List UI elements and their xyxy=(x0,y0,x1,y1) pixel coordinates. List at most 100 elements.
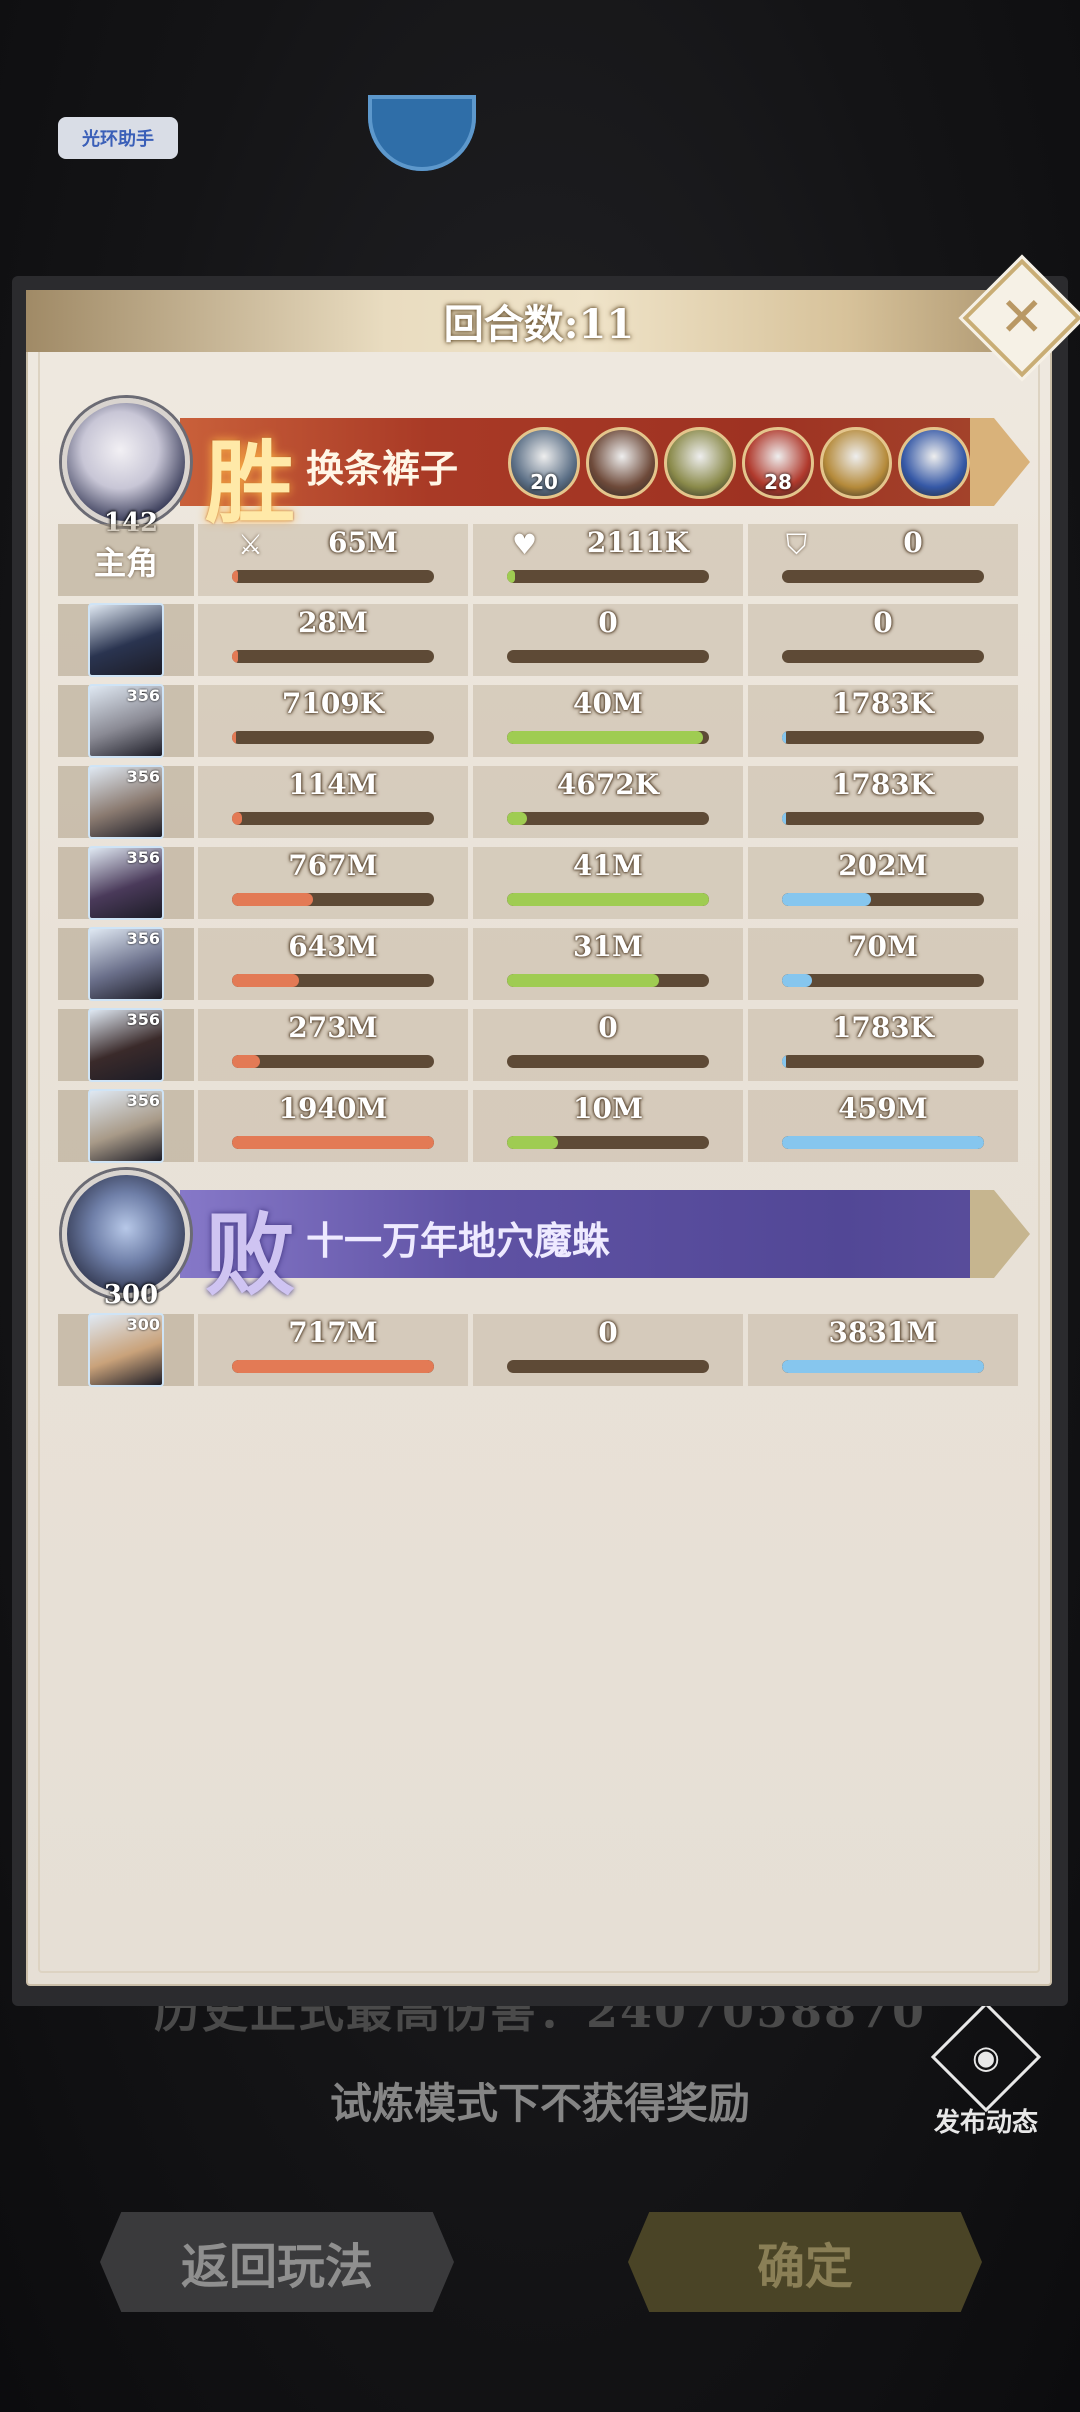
hero-level: 356 xyxy=(126,686,160,705)
defense-bar xyxy=(782,650,984,663)
heal-icon: ♥ xyxy=(512,528,538,561)
heal-value: 0 xyxy=(598,1011,618,1044)
trial-mode-notice: 试炼模式下不获得奖励 xyxy=(329,2079,750,2128)
hero-portrait[interactable]: 356 xyxy=(88,927,164,1001)
heal-bar xyxy=(507,570,709,583)
heal-value: 31M xyxy=(573,930,643,963)
ice-blade-icon[interactable]: 20 xyxy=(508,427,580,499)
defense-bar xyxy=(782,570,984,583)
defense-bar xyxy=(782,1136,984,1149)
defense-value: 1783K xyxy=(831,687,935,720)
damage-bar-fill xyxy=(232,570,239,583)
defense-value: 202M xyxy=(838,849,928,882)
heal-bar xyxy=(507,974,709,987)
defense-bar xyxy=(782,974,984,987)
defense-bar-fill xyxy=(782,1055,787,1068)
damage-bar xyxy=(232,1360,434,1373)
damage-value: 7109K xyxy=(281,687,385,720)
heal-value: 10M xyxy=(573,1092,643,1125)
damage-bar xyxy=(232,731,434,744)
hero-portrait[interactable]: 356 xyxy=(88,1008,164,1082)
damage-bar xyxy=(232,974,434,987)
defense-value: 1783K xyxy=(831,1011,935,1044)
loser-avatar[interactable] xyxy=(62,1170,190,1298)
victory-label: 胜 xyxy=(205,430,295,536)
heal-value: 0 xyxy=(598,1316,618,1349)
heal-value: 41M xyxy=(573,849,643,882)
defense-value: 3831M xyxy=(828,1316,938,1349)
defense-value: 0 xyxy=(903,526,923,559)
skill-count: 28 xyxy=(764,470,792,494)
heal-bar xyxy=(507,650,709,663)
loser-team-name: 十一万年地穴魔蛛 xyxy=(306,1218,611,1263)
heal-bar-fill xyxy=(507,570,516,583)
defense-value: 459M xyxy=(838,1092,928,1125)
hero-portrait[interactable]: 356 xyxy=(88,765,164,839)
heal-bar-fill xyxy=(507,1136,558,1149)
hero-portrait[interactable]: 300 xyxy=(88,1313,164,1387)
defense-bar xyxy=(782,1360,984,1373)
defense-bar-fill xyxy=(782,1136,984,1149)
blue-flower-icon[interactable] xyxy=(898,427,970,499)
damage-bar-fill xyxy=(232,650,239,663)
heal-value: 4672K xyxy=(556,768,660,801)
heal-bar xyxy=(507,1360,709,1373)
publish-button[interactable]: ◉ 发布动态 xyxy=(926,2001,1046,2139)
damage-value: 28M xyxy=(298,606,368,639)
defense-value: 70M xyxy=(848,930,918,963)
camera-icon: ◉ xyxy=(930,2001,1042,2113)
damage-value: 65M xyxy=(328,526,398,559)
defense-bar-fill xyxy=(782,893,871,906)
shield-icon: ⛉ xyxy=(786,528,808,561)
spear-icon[interactable] xyxy=(586,427,658,499)
confirm-button[interactable]: 确定 xyxy=(628,2212,982,2312)
hero-level: 356 xyxy=(126,848,160,867)
damage-bar xyxy=(232,1055,434,1068)
damage-bar-fill xyxy=(232,1136,434,1149)
heal-bar xyxy=(507,1136,709,1149)
hero-portrait[interactable] xyxy=(88,603,164,677)
heal-value: 40M xyxy=(573,687,643,720)
hero-level: 356 xyxy=(126,929,160,948)
heal-value: 0 xyxy=(598,606,618,639)
defense-bar-fill xyxy=(782,1360,984,1373)
close-icon: ✕ xyxy=(999,286,1045,349)
damage-value: 717M xyxy=(288,1316,378,1349)
helper-button[interactable]: 光环助手 xyxy=(58,117,178,159)
lotus-icon[interactable] xyxy=(664,427,736,499)
damage-bar xyxy=(232,812,434,825)
hero-portrait[interactable]: 356 xyxy=(88,846,164,920)
heal-bar xyxy=(507,1055,709,1068)
back-to-mode-button[interactable]: 返回玩法 xyxy=(100,2212,454,2312)
dialog-title-bar: 回合数:11 xyxy=(26,290,1052,352)
damage-value: 767M xyxy=(288,849,378,882)
damage-bar-fill xyxy=(232,1360,434,1373)
spiral-icon[interactable]: 28 xyxy=(742,427,814,499)
damage-bar xyxy=(232,650,434,663)
damage-bar-fill xyxy=(232,731,237,744)
hero-level: 356 xyxy=(126,767,160,786)
defense-bar xyxy=(782,1055,984,1068)
damage-bar xyxy=(232,893,434,906)
round-count-title: 回合数:11 xyxy=(443,301,635,348)
defense-bar xyxy=(782,812,984,825)
damage-bar-fill xyxy=(232,812,243,825)
hero-portrait[interactable]: 356 xyxy=(88,1089,164,1163)
damage-bar xyxy=(232,570,434,583)
heal-bar xyxy=(507,893,709,906)
defense-bar-fill xyxy=(782,974,813,987)
golden-wing-icon[interactable] xyxy=(820,427,892,499)
winner-avatar[interactable] xyxy=(62,398,190,526)
defense-bar-fill xyxy=(782,812,787,825)
heal-bar-fill xyxy=(507,812,528,825)
hero-level: 356 xyxy=(126,1010,160,1029)
damage-bar-fill xyxy=(232,974,299,987)
defense-value: 1783K xyxy=(831,768,935,801)
defense-value: 0 xyxy=(873,606,893,639)
hero-level: 356 xyxy=(126,1091,160,1110)
heal-bar-fill xyxy=(507,893,709,906)
hero-portrait[interactable]: 356 xyxy=(88,684,164,758)
damage-bar xyxy=(232,1136,434,1149)
winner-team-name: 换条裤子 xyxy=(306,446,459,491)
loser-level: 300 xyxy=(103,1280,159,1310)
